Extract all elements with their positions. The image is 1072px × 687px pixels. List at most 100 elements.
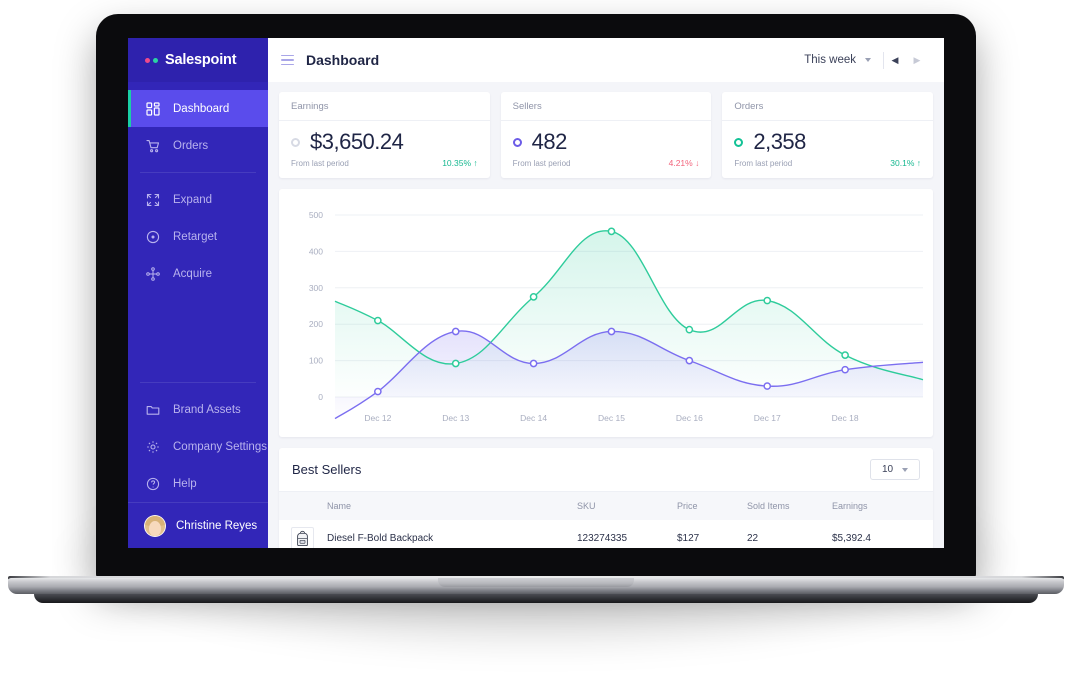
best-sellers-card: Best Sellers 10 Name SKU Price Sold Item…: [279, 448, 933, 548]
sales-chart-card: 0 100 200 300 400 500 Dec 12 Dec 13 Dec 14 Dec 1…: [279, 189, 933, 437]
sidebar-item-label: Dashboard: [173, 102, 230, 115]
main-area: Dashboard This week ◀ ▶ Earnings $3,650.…: [268, 38, 944, 548]
svg-text:200: 200: [309, 319, 323, 329]
column-header-image: [279, 491, 323, 520]
next-period-button[interactable]: ▶: [906, 49, 928, 71]
table-row[interactable]: Diesel F-Bold Backpack 123274335 $127 22…: [279, 520, 933, 548]
stat-cards: Earnings $3,650.24 From last period 10.3…: [279, 92, 934, 178]
svg-text:Dec 18: Dec 18: [832, 413, 859, 423]
sidebar-item-acquire[interactable]: Acquire: [128, 255, 268, 292]
stat-title: Orders: [722, 92, 934, 121]
stat-delta: 30.1% ↑: [890, 158, 922, 168]
sidebar-item-retarget[interactable]: Retarget: [128, 218, 268, 255]
grid-icon: [146, 101, 160, 116]
sidebar-item-label: Help: [173, 477, 197, 490]
chart-x-axis-labels: Dec 12 Dec 13 Dec 14 Dec 15 Dec 16 Dec 17 Dec …: [364, 413, 858, 423]
svg-text:Dec 15: Dec 15: [598, 413, 625, 423]
logo-dots-icon: [145, 57, 158, 63]
page-size-select[interactable]: 10: [870, 459, 920, 480]
column-header-earnings: Earnings: [828, 491, 933, 520]
laptop-base-notch: [438, 578, 634, 587]
page-size-value: 10: [881, 464, 894, 475]
svg-text:Dec 17: Dec 17: [754, 413, 781, 423]
chart-y-axis-labels: 0 100 200 300 400 500: [309, 210, 323, 402]
sidebar-item-help[interactable]: Help: [128, 465, 268, 502]
stat-subtitle: From last period: [734, 159, 793, 168]
expand-icon: [146, 193, 160, 207]
svg-text:500: 500: [309, 210, 323, 220]
stat-value: $3,650.24: [310, 129, 404, 154]
svg-text:Dec 13: Dec 13: [442, 413, 469, 423]
chevron-down-icon: [865, 58, 871, 62]
column-header-sku: SKU: [573, 491, 673, 520]
stat-value: 482: [531, 129, 568, 154]
cart-icon: [146, 139, 160, 153]
column-header-name: Name: [323, 491, 573, 520]
laptop-mockup: Salespoint Dashboard Orders Expand Retar…: [0, 0, 1072, 687]
column-header-price: Price: [673, 491, 743, 520]
svg-text:0: 0: [318, 392, 323, 402]
sidebar-item-label: Acquire: [173, 267, 212, 280]
product-sku: 123274335: [577, 533, 628, 544]
svg-text:400: 400: [309, 246, 323, 256]
stat-title: Earnings: [279, 92, 490, 121]
sidebar-nav-primary: Dashboard Orders: [128, 82, 268, 164]
stat-card-earnings: Earnings $3,650.24 From last period 10.3…: [279, 92, 490, 178]
sidebar-item-label: Brand Assets: [173, 403, 241, 416]
svg-text:Dec 12: Dec 12: [364, 413, 391, 423]
topbar: Dashboard This week ◀ ▶: [268, 38, 944, 82]
brand-logo[interactable]: Salespoint: [128, 38, 268, 82]
sidebar-nav-tertiary: Brand Assets Company Settings Help: [128, 391, 268, 502]
sidebar-item-brand-assets[interactable]: Brand Assets: [128, 391, 268, 428]
sidebar-item-expand[interactable]: Expand: [128, 181, 268, 218]
best-sellers-table: Name SKU Price Sold Items Earnings Diese…: [279, 491, 933, 548]
target-icon: [146, 230, 160, 244]
prev-period-button[interactable]: ◀: [884, 49, 906, 71]
stat-delta: 10.35% ↑: [442, 158, 478, 168]
date-range-select[interactable]: This week: [804, 54, 883, 66]
sidebar-item-dashboard[interactable]: Dashboard: [128, 90, 268, 127]
folder-icon: [146, 403, 160, 417]
stat-card-sellers: Sellers 482 From last period 4.21% ↓: [500, 92, 712, 178]
stat-title: Sellers: [500, 92, 712, 121]
column-header-sold-items: Sold Items: [743, 491, 828, 520]
svg-text:Dec 14: Dec 14: [520, 413, 547, 423]
product-earnings: $5,392.4: [832, 533, 871, 544]
sidebar-divider: [140, 172, 256, 173]
sidebar-item-company-settings[interactable]: Company Settings: [128, 428, 268, 465]
stat-subtitle: From last period: [291, 159, 349, 168]
sidebar: Salespoint Dashboard Orders Expand Retar…: [128, 38, 268, 548]
avatar: [144, 514, 166, 537]
sidebar-item-label: Expand: [173, 193, 213, 206]
product-sold-items: 22: [747, 533, 759, 544]
brand-name: Salespoint: [165, 52, 237, 68]
screen: Salespoint Dashboard Orders Expand Retar…: [128, 38, 944, 548]
sidebar-item-orders[interactable]: Orders: [128, 127, 268, 164]
topbar-controls: This week ◀ ▶: [804, 49, 928, 71]
question-circle-icon: [146, 477, 160, 491]
hamburger-icon[interactable]: [281, 54, 294, 66]
date-range-value: This week: [804, 54, 856, 66]
sidebar-item-label: Orders: [173, 139, 209, 152]
sidebar-divider-bottom: [140, 382, 256, 383]
sidebar-profile[interactable]: Christine Reyes: [128, 502, 268, 548]
stat-marker-icon: [512, 137, 522, 147]
stat-subtitle: From last period: [512, 159, 571, 168]
laptop-base-underside: [34, 594, 1038, 603]
sales-area-chart: 0100200300400500 Dec 12 Dec 13 Dec 14 Dec 1…: [309, 210, 924, 423]
stat-marker-icon: [291, 137, 300, 147]
chevron-down-icon: [902, 467, 909, 472]
best-sellers-title: Best Sellers: [292, 462, 362, 477]
table-header: Name SKU Price Sold Items Earnings: [279, 491, 933, 520]
svg-text:Dec 16: Dec 16: [676, 413, 703, 423]
gear-icon: [146, 440, 160, 454]
product-name: Diesel F-Bold Backpack: [327, 533, 434, 544]
profile-name: Christine Reyes: [176, 519, 258, 532]
sidebar-nav-secondary: Expand Retarget Acquire: [128, 181, 268, 292]
best-sellers-header: Best Sellers 10: [279, 448, 933, 491]
sidebar-item-label: Retarget: [173, 230, 218, 243]
table-body: Diesel F-Bold Backpack 123274335 $127 22…: [279, 520, 933, 548]
sidebar-item-label: Company Settings: [173, 440, 267, 453]
product-thumbnail-cell: [279, 520, 323, 548]
